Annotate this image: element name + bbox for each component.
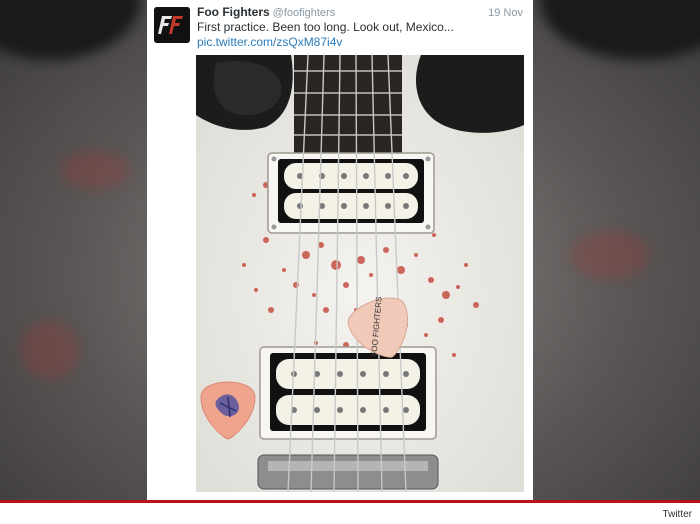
avatar[interactable] (154, 7, 190, 43)
tweet-photo-link[interactable]: pic.twitter.com/zsQxM87i4v (197, 35, 342, 49)
bridge (257, 454, 439, 490)
background-splatter (60, 150, 130, 190)
background-splatter (20, 320, 80, 380)
background-horn-left (0, 0, 140, 60)
guitar-photo: FOO FIGHTERS (196, 55, 524, 492)
neck-pickup (267, 152, 435, 234)
photo-credit: Twitter (662, 509, 692, 520)
tweet-photo[interactable]: FOO FIGHTERS (196, 55, 524, 492)
foo-fighters-logo-icon (154, 7, 190, 43)
bridge-saddles (268, 461, 428, 471)
background-splatter (570, 230, 650, 280)
tweet-text: First practice. Been too long. Look out,… (197, 20, 454, 34)
tweet-date[interactable]: 19 Nov (488, 7, 523, 19)
background-horn-right (540, 0, 700, 60)
fretboard (294, 55, 402, 153)
footer-bar: Twitter (0, 500, 700, 524)
tweet-card: Foo Fighters @foofighters 19 Nov First pr… (147, 0, 533, 500)
tweet-author[interactable]: Foo Fighters @foofighters (197, 5, 335, 19)
author-name[interactable]: Foo Fighters (197, 5, 270, 19)
author-handle[interactable]: @foofighters (273, 7, 336, 19)
bridge-pickup (259, 346, 437, 440)
